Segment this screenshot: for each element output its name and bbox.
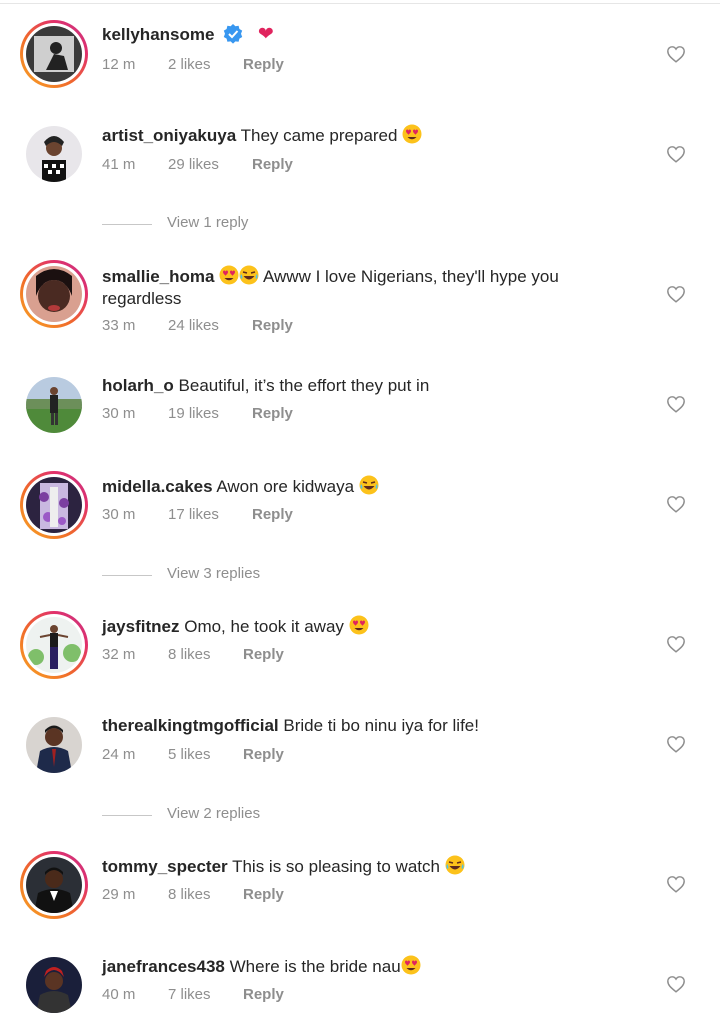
heart-eyes-emoji-icon [349,615,369,635]
heart-eyes-emoji-icon [219,265,239,285]
comment-text: Where is the bride nau [229,957,401,976]
comment-text: They came prepared [240,126,398,145]
reply-button[interactable]: Reply [243,746,284,763]
verified-badge-icon [223,24,243,44]
comment-item: jaysfitnez Omo, he took it away 32 m 8 l… [0,611,720,691]
avatar[interactable] [20,711,88,779]
view-replies-label: View 1 reply [167,214,249,231]
comment-text: Beautiful, it’s the effort they put in [178,376,430,395]
heart-outline-icon[interactable] [666,735,686,753]
avatar[interactable] [20,611,88,679]
comment-item: holarh_o Beautiful, it’s the effort they… [0,371,720,451]
avatar[interactable] [20,260,88,328]
heart-outline-icon[interactable] [666,495,686,513]
comment-time: 12 m [102,56,136,73]
comment-text: Awww I love Nigerians, they'll hype you [262,267,559,286]
comment-username[interactable]: smallie_homa [102,267,214,286]
heart-outline-icon[interactable] [666,395,686,413]
comment-username[interactable]: kellyhansome [102,25,214,44]
comment-item: smallie_homa Awww I love Nigerians, they… [0,260,720,340]
comment-time: 29 m [102,886,136,903]
avatar[interactable] [20,371,88,439]
top-divider [0,3,720,4]
heart-outline-icon[interactable] [666,635,686,653]
comment-username[interactable]: holarh_o [102,376,174,395]
heart-outline-icon[interactable] [666,285,686,303]
comment-username[interactable]: jaysfitnez [102,617,179,636]
comment-time: 30 m [102,506,136,523]
comment-likes[interactable]: 29 likes [168,156,219,173]
comment-text: Bride ti bo ninu iya for life! [283,716,479,735]
comment-item: therealkingtmgofficial Bride ti bo ninu … [0,711,720,791]
comment-text-continued: regardless [102,289,182,308]
laughing-emoji-icon [359,475,379,495]
comment-username[interactable]: therealkingtmgofficial [102,716,279,735]
comment-text: Omo, he took it away [184,617,344,636]
comment-text: ❤ [257,24,274,45]
heart-outline-icon[interactable] [666,975,686,993]
reply-button[interactable]: Reply [252,405,293,422]
view-replies-label: View 2 replies [167,805,261,822]
comment-username[interactable]: midella.cakes [102,477,213,496]
comment-likes[interactable]: 17 likes [168,506,219,523]
divider [102,575,152,576]
avatar[interactable] [20,951,88,1019]
heart-outline-icon[interactable] [666,145,686,163]
comment-item: artist_oniyakuya They came prepared 41 m… [0,120,720,200]
comment-likes[interactable]: 5 likes [168,746,211,763]
heart-outline-icon[interactable] [666,875,686,893]
reply-button[interactable]: Reply [243,986,284,1003]
reply-button[interactable]: Reply [243,56,284,73]
avatar[interactable] [20,851,88,919]
comment-time: 24 m [102,746,136,763]
comment-likes[interactable]: 7 likes [168,986,211,1003]
avatar[interactable] [20,20,88,88]
reply-button[interactable]: Reply [243,886,284,903]
laughing-emoji-icon [445,855,465,875]
heart-outline-icon[interactable] [666,45,686,63]
heart-eyes-emoji-icon [401,955,421,975]
comment-likes[interactable]: 24 likes [168,317,219,334]
view-replies-label: View 3 replies [167,565,261,582]
comment-time: 33 m [102,317,136,334]
divider [102,224,152,225]
comment-item: tommy_specter This is so pleasing to wat… [0,851,720,931]
comment-item: midella.cakes Awon ore kidwaya 30 m 17 l… [0,471,720,551]
comment-username[interactable]: tommy_specter [102,857,228,876]
comment-text: Awon ore kidwaya [216,477,355,496]
reply-button[interactable]: Reply [243,646,284,663]
avatar[interactable] [20,120,88,188]
comment-likes[interactable]: 8 likes [168,646,211,663]
comment-time: 32 m [102,646,136,663]
comment-username[interactable]: artist_oniyakuya [102,126,236,145]
reply-button[interactable]: Reply [252,317,293,334]
reply-button[interactable]: Reply [252,506,293,523]
avatar[interactable] [20,471,88,539]
comment-item: janefrances438 Where is the bride nau 40… [0,951,720,1031]
comment-item: kellyhansome ❤ 12 m 2 likes Reply [0,20,720,100]
reply-button[interactable]: Reply [252,156,293,173]
comment-likes[interactable]: 2 likes [168,56,211,73]
comment-username[interactable]: janefrances438 [102,957,225,976]
divider [102,815,152,816]
heart-eyes-emoji-icon [402,124,422,144]
comment-text: This is so pleasing to watch [232,857,440,876]
laughing-emoji-icon [239,265,259,285]
comment-time: 30 m [102,405,136,422]
comment-likes[interactable]: 8 likes [168,886,211,903]
comment-time: 40 m [102,986,136,1003]
comment-time: 41 m [102,156,136,173]
comment-likes[interactable]: 19 likes [168,405,219,422]
